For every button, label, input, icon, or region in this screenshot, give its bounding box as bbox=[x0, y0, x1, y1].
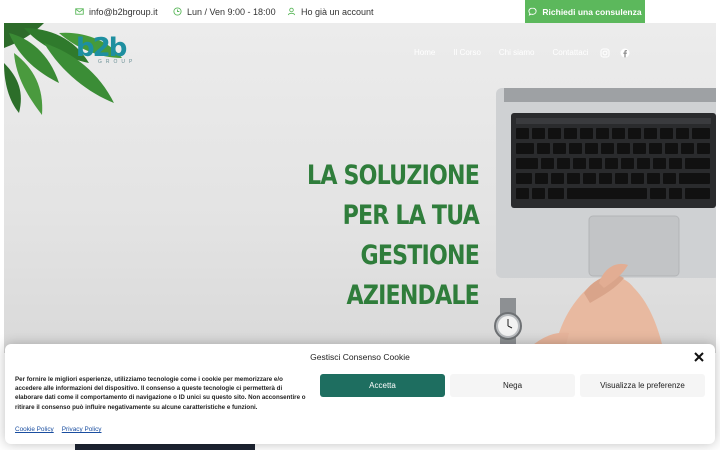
social-links bbox=[600, 48, 630, 58]
cookie-links: Cookie Policy Privacy Policy bbox=[15, 426, 102, 433]
accept-button[interactable]: Accetta bbox=[320, 374, 445, 397]
hero-line-2: PER LA TUA bbox=[342, 200, 480, 231]
email-text: info@b2bgroup.it bbox=[89, 6, 158, 17]
nav-item-contattaci[interactable]: Contattaci bbox=[552, 48, 588, 57]
account-link[interactable]: Ho già un account bbox=[287, 0, 374, 23]
hands-image bbox=[524, 263, 664, 353]
instagram-icon[interactable] bbox=[600, 48, 610, 58]
email-link[interactable]: info@b2bgroup.it bbox=[75, 0, 158, 23]
clock-icon bbox=[173, 7, 182, 16]
hero-section: b2b GROUP Home Il Corso Chi siamo Contat… bbox=[4, 23, 716, 353]
cookie-description: Per fornire le migliori esperienze, util… bbox=[15, 376, 306, 411]
close-icon[interactable] bbox=[693, 351, 705, 363]
hours-text: Lun / Ven 9:00 - 18:00 bbox=[187, 6, 276, 17]
logo-main-text: b2b bbox=[76, 33, 127, 63]
cookie-consent-banner: Gestisci Consenso Cookie Per fornire le … bbox=[5, 344, 715, 444]
account-text: Ho già un account bbox=[301, 6, 374, 17]
b2b-group-logo[interactable]: b2b GROUP bbox=[76, 35, 136, 75]
opening-hours: Lun / Ven 9:00 - 18:00 bbox=[173, 0, 276, 23]
hero-line-1: LA SOLUZIONE bbox=[307, 160, 480, 191]
deny-button[interactable]: Nega bbox=[450, 374, 575, 397]
facebook-icon[interactable] bbox=[620, 48, 630, 58]
privacy-policy-link[interactable]: Privacy Policy bbox=[62, 426, 102, 433]
hero-headline: LA SOLUZIONE PER LA TUA GESTIONE AZIENDA… bbox=[270, 156, 480, 316]
cookie-policy-link[interactable]: Cookie Policy bbox=[15, 426, 54, 433]
view-preferences-button[interactable]: Visualizza le preferenze bbox=[580, 374, 705, 397]
request-consultation-button[interactable]: Richiedi una consulenza bbox=[525, 0, 645, 23]
main-nav: Home Il Corso Chi siamo Contattaci bbox=[414, 48, 589, 57]
logo-sub-text: GROUP bbox=[98, 59, 137, 65]
nav-item-il-corso[interactable]: Il Corso bbox=[453, 48, 481, 57]
top-bar: info@b2bgroup.it Lun / Ven 9:00 - 18:00 … bbox=[0, 0, 720, 23]
user-icon bbox=[287, 7, 296, 16]
cta-label: Richiedi una consulenza bbox=[542, 6, 642, 17]
mail-icon bbox=[75, 8, 84, 15]
cookie-title: Gestisci Consenso Cookie bbox=[310, 352, 410, 362]
nav-item-home[interactable]: Home bbox=[414, 48, 435, 57]
hero-line-3: GESTIONE AZIENDALE bbox=[346, 240, 480, 311]
chat-icon bbox=[528, 7, 537, 16]
page: info@b2bgroup.it Lun / Ven 9:00 - 18:00 … bbox=[0, 0, 720, 450]
nav-item-chi-siamo[interactable]: Chi siamo bbox=[499, 48, 535, 57]
